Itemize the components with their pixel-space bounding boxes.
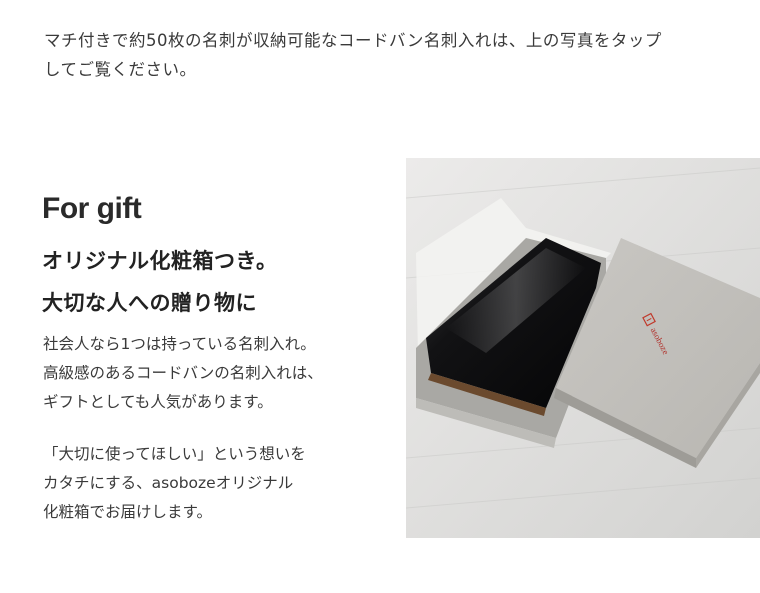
intro-text: マチ付きで約50枚の名刺が収納可能なコードバン名刺入れは、上の写真をタップ して… xyxy=(44,26,734,84)
description-line: 「大切に使ってほしい」という想いを xyxy=(43,445,306,463)
intro-line-1: マチ付きで約50枚の名刺が収納可能なコードバン名刺入れは、上の写真をタップ xyxy=(44,31,662,50)
description-line: 社会人なら1つは持っている名刺入れ。 xyxy=(43,335,316,353)
description-line: カタチにする、asobozeオリジナル xyxy=(43,474,294,492)
intro-line-2: してご覧ください。 xyxy=(44,60,197,79)
description-line: 化粧箱でお届けします。 xyxy=(43,503,212,521)
description-line: 高級感のあるコードバンの名刺入れは、 xyxy=(43,364,323,382)
gift-box-photo: asoboze xyxy=(406,158,760,538)
gift-description: 社会人なら1つは持っている名刺入れ。 高級感のあるコードバンの名刺入れは、 ギフ… xyxy=(43,330,383,527)
description-line: ギフトとしても人気があります。 xyxy=(43,393,273,411)
headline-line-2: 大切な人への贈り物に xyxy=(42,291,257,315)
headline-line-1: オリジナル化粧箱つき。 xyxy=(42,249,278,273)
gift-headline: オリジナル化粧箱つき。 大切な人への贈り物に xyxy=(42,240,382,324)
section-heading: For gift xyxy=(42,192,142,225)
gift-box-illustration: asoboze xyxy=(406,158,760,538)
